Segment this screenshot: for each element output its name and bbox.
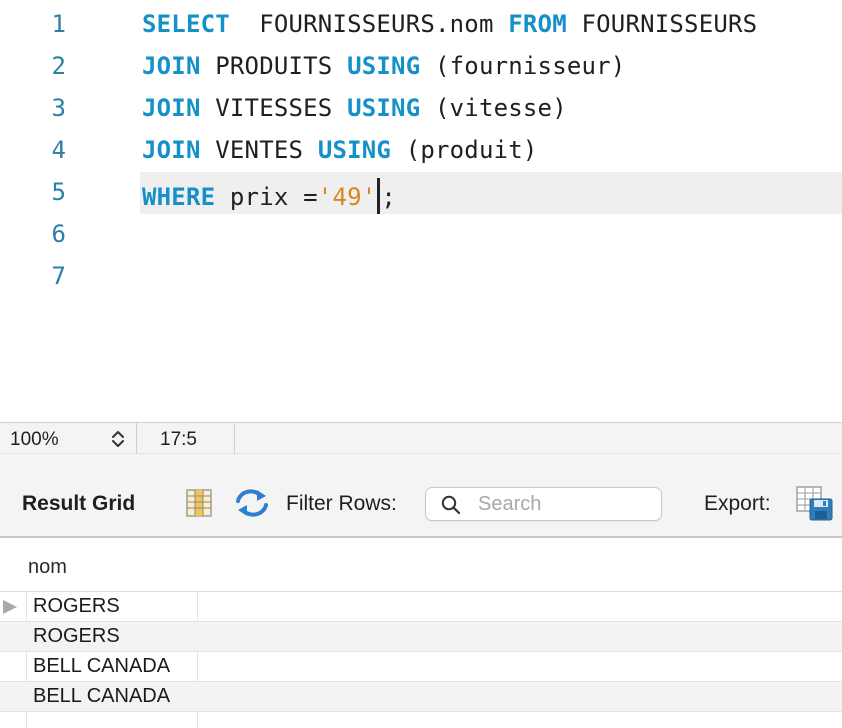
- status-divider: [234, 423, 235, 454]
- code-line[interactable]: WHERE prix ='49';: [142, 178, 396, 214]
- status-divider: [136, 423, 137, 454]
- grid-header: nom: [0, 538, 842, 592]
- result-grid: nom ROGERS ROGERS BELL CANADA BELL CANADA: [0, 538, 842, 728]
- sql-text: (fournisseur): [420, 52, 626, 80]
- table-row[interactable]: ROGERS: [0, 592, 842, 622]
- line-number: 3: [51, 94, 66, 122]
- editor-line[interactable]: 7: [0, 256, 842, 298]
- sql-text: (vitesse): [420, 94, 567, 122]
- sql-text: VITESSES: [200, 94, 348, 122]
- line-number: 5: [51, 178, 66, 206]
- export-label: Export:: [704, 492, 771, 515]
- editor-line[interactable]: 1 SELECT FOURNISSEURS.nom FROM FOURNISSEU…: [0, 4, 842, 46]
- sql-keyword: USING: [317, 136, 392, 164]
- text-caret: [377, 178, 381, 214]
- sql-text: FOURNISSEURS: [566, 10, 758, 38]
- line-number: 7: [51, 262, 66, 290]
- code-line[interactable]: JOIN VENTES USING (produit): [142, 136, 538, 164]
- line-number: 2: [51, 52, 66, 80]
- editor-line[interactable]: 5 WHERE prix ='49';: [0, 172, 842, 214]
- line-number: 4: [51, 136, 66, 164]
- code-line[interactable]: SELECT FOURNISSEURS.nom FROM FOURNISSEUR…: [142, 10, 757, 38]
- sql-keyword: USING: [347, 52, 421, 80]
- grid-toggle-icon[interactable]: [186, 489, 212, 522]
- sql-keyword: JOIN: [142, 52, 201, 80]
- table-row[interactable]: ROGERS: [0, 622, 842, 652]
- editor-line[interactable]: 4 JOIN VENTES USING (produit): [0, 130, 842, 172]
- filter-search-box[interactable]: [425, 487, 662, 521]
- sql-keyword: JOIN: [142, 94, 201, 122]
- editor-line[interactable]: 6: [0, 214, 842, 256]
- code-line[interactable]: JOIN VITESSES USING (vitesse): [142, 94, 567, 122]
- code-line[interactable]: JOIN PRODUITS USING (fournisseur): [142, 52, 625, 80]
- search-icon: [441, 495, 461, 520]
- refresh-icon[interactable]: [234, 487, 270, 524]
- export-icon[interactable]: [796, 486, 834, 527]
- line-number: 6: [51, 220, 66, 248]
- sql-keyword: FROM: [508, 10, 567, 38]
- result-grid-tab[interactable]: Result Grid: [22, 492, 135, 516]
- line-number: 1: [51, 10, 66, 38]
- cursor-position: 17:5: [160, 429, 197, 450]
- table-cell[interactable]: ROGERS: [33, 625, 120, 648]
- column-header-nom[interactable]: nom: [28, 556, 67, 579]
- result-toolbar: Result Grid Filter Rows: Search Export:: [0, 454, 842, 538]
- filter-rows-label: Filter Rows:: [286, 492, 397, 515]
- zoom-level: 100%: [10, 429, 59, 450]
- editor-line[interactable]: 3 JOIN VITESSES USING (vitesse): [0, 88, 842, 130]
- table-cell[interactable]: BELL CANADA: [33, 655, 170, 678]
- sql-text: VENTES: [200, 136, 318, 164]
- editor-line[interactable]: 2 JOIN PRODUITS USING (fournisseur): [0, 46, 842, 88]
- sql-keyword: SELECT: [142, 10, 230, 38]
- sql-string: '49': [317, 183, 377, 211]
- search-input[interactable]: [478, 491, 653, 517]
- sql-keyword: USING: [347, 94, 421, 122]
- zoom-stepper-icon[interactable]: [108, 428, 128, 450]
- table-row[interactable]: BELL CANADA: [0, 682, 842, 712]
- sql-keyword: WHERE: [142, 183, 216, 211]
- sql-text: prix =: [215, 183, 318, 211]
- editor-status-bar: 100% 17:5: [0, 422, 842, 454]
- table-cell[interactable]: BELL CANADA: [33, 685, 170, 708]
- table-cell[interactable]: ROGERS: [33, 595, 120, 618]
- sql-text: PRODUITS: [200, 52, 348, 80]
- sql-text: FOURNISSEURS.nom: [229, 10, 509, 38]
- sql-text: ;: [381, 183, 397, 211]
- row-selected-arrow-icon: [3, 600, 17, 614]
- sql-keyword: JOIN: [142, 136, 201, 164]
- sql-text: (produit): [391, 136, 538, 164]
- sql-editor[interactable]: 1 SELECT FOURNISSEURS.nom FROM FOURNISSEU…: [0, 0, 842, 422]
- table-row[interactable]: BELL CANADA: [0, 652, 842, 682]
